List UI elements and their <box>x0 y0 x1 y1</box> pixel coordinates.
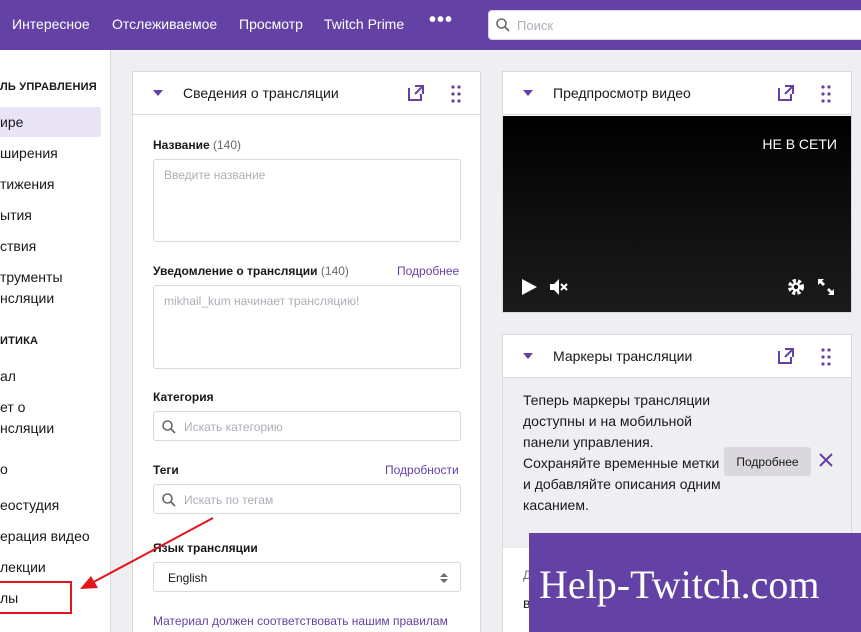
popout-icon[interactable] <box>777 347 795 365</box>
language-value: English <box>168 571 208 585</box>
video-preview-header: Предпросмотр видео <box>503 72 851 115</box>
drag-handle-icon[interactable] <box>451 84 461 104</box>
search-icon <box>496 18 510 32</box>
panel-title: Предпросмотр видео <box>553 85 691 101</box>
sidebar-item-tools-line2[interactable]: нсляции <box>0 288 54 309</box>
close-icon[interactable] <box>818 452 834 468</box>
category-placeholder: Искать категорию <box>184 420 283 434</box>
sidebar-item-video[interactable]: о <box>0 459 8 480</box>
watermark-banner: Help-Twitch.com <box>529 533 861 632</box>
tags-more-link[interactable]: Подробности <box>385 463 459 477</box>
sidebar-item-activity[interactable]: ствия <box>0 236 36 257</box>
sidebar-item-achievements[interactable]: тижения <box>0 174 55 195</box>
collapse-caret-icon[interactable] <box>523 90 533 96</box>
tags-placeholder: Искать по тегам <box>184 493 274 507</box>
name-placeholder: Введите название <box>164 168 266 182</box>
stream-info-panel: Сведения о трансляции Название (140) Вве… <box>132 71 481 632</box>
search-input[interactable] <box>517 15 817 35</box>
sidebar-item-channel[interactable]: ал <box>0 366 16 387</box>
nav-following[interactable]: Отслеживаемое <box>112 16 217 32</box>
sidebar-item-tools[interactable]: трументы <box>0 267 63 288</box>
tags-label: Теги <box>153 463 179 477</box>
nav-twitch-prime[interactable]: Twitch Prime <box>324 16 404 32</box>
popout-icon[interactable] <box>407 84 425 102</box>
name-label: Название (140) <box>153 138 242 152</box>
tags-search-field[interactable]: Искать по тегам <box>153 484 461 514</box>
notification-placeholder: mikhail_kum начинает трансляцию! <box>164 294 360 308</box>
panel-title: Сведения о трансляции <box>183 85 339 101</box>
top-nav: Интересное Отслеживаемое Просмотр Twitch… <box>0 0 861 50</box>
nav-browse[interactable]: Интересное <box>12 16 90 32</box>
popout-icon[interactable] <box>777 84 795 102</box>
more-menu-icon[interactable]: ••• <box>429 9 453 32</box>
mute-icon[interactable] <box>548 277 568 297</box>
notification-label: Уведомление о трансляции (140) <box>153 264 349 278</box>
sidebar-item-stream-report-line2[interactable]: нсляции <box>0 418 54 439</box>
notification-more-link[interactable]: Подробнее <box>397 264 459 278</box>
stream-info-header: Сведения о трансляции <box>133 72 480 115</box>
video-player[interactable]: НЕ В СЕТИ <box>503 116 851 312</box>
nav-watch[interactable]: Просмотр <box>239 16 303 32</box>
sidebar-item-video-studio[interactable]: еостудия <box>0 495 59 516</box>
markers-notice-text: Теперь маркеры трансляции доступны и на … <box>523 392 721 513</box>
category-label: Категория <box>153 390 214 404</box>
search-box[interactable] <box>488 10 861 40</box>
collapse-caret-icon[interactable] <box>523 353 533 359</box>
drag-handle-icon[interactable] <box>821 347 831 367</box>
markers-header: Маркеры трансляции <box>503 335 851 378</box>
sidebar-item-extensions[interactable]: ширения <box>0 143 58 164</box>
rules-link[interactable]: Материал должен соответствовать нашим пр… <box>153 614 448 628</box>
name-field[interactable]: Введите название <box>153 159 461 242</box>
panel-title: Маркеры трансляции <box>553 348 693 364</box>
sidebar-item-video-moderation[interactable]: ерация видео <box>0 526 90 547</box>
search-icon <box>162 493 176 507</box>
sidebar-item-live[interactable]: ире <box>0 112 23 133</box>
sidebar-heading-control: ЛЬ УПРАВЛЕНИЯ <box>0 81 97 93</box>
fullscreen-icon[interactable] <box>816 277 836 297</box>
notification-field[interactable]: mikhail_kum начинает трансляцию! <box>153 285 461 369</box>
collapse-caret-icon[interactable] <box>153 90 163 96</box>
drag-handle-icon[interactable] <box>821 84 831 104</box>
settings-gear-icon[interactable] <box>786 277 806 297</box>
search-icon <box>162 420 176 434</box>
language-select[interactable]: English <box>153 562 461 592</box>
markers-notice: Теперь маркеры трансляции доступны и на … <box>503 378 851 548</box>
sidebar-item-stream-report[interactable]: ет о <box>0 397 25 418</box>
watermark-text: Help-Twitch.com <box>539 562 820 607</box>
play-icon[interactable] <box>519 277 539 297</box>
select-arrows-icon <box>440 573 448 583</box>
language-label: Язык трансляции <box>153 541 258 555</box>
category-search-field[interactable]: Искать категорию <box>153 411 461 441</box>
sidebar-item-collections[interactable]: лекции <box>0 557 46 578</box>
learn-more-button[interactable]: Подробнее <box>724 447 811 476</box>
annotation-highlight-box <box>0 581 72 614</box>
offline-status: НЕ В СЕТИ <box>762 136 837 152</box>
sidebar-heading-analytics: ИТИКА <box>0 335 39 347</box>
dashboard-sidebar: ЛЬ УПРАВЛЕНИЯ ире ширения тижения ытия с… <box>0 50 111 632</box>
sidebar-item-events[interactable]: ытия <box>0 205 32 226</box>
